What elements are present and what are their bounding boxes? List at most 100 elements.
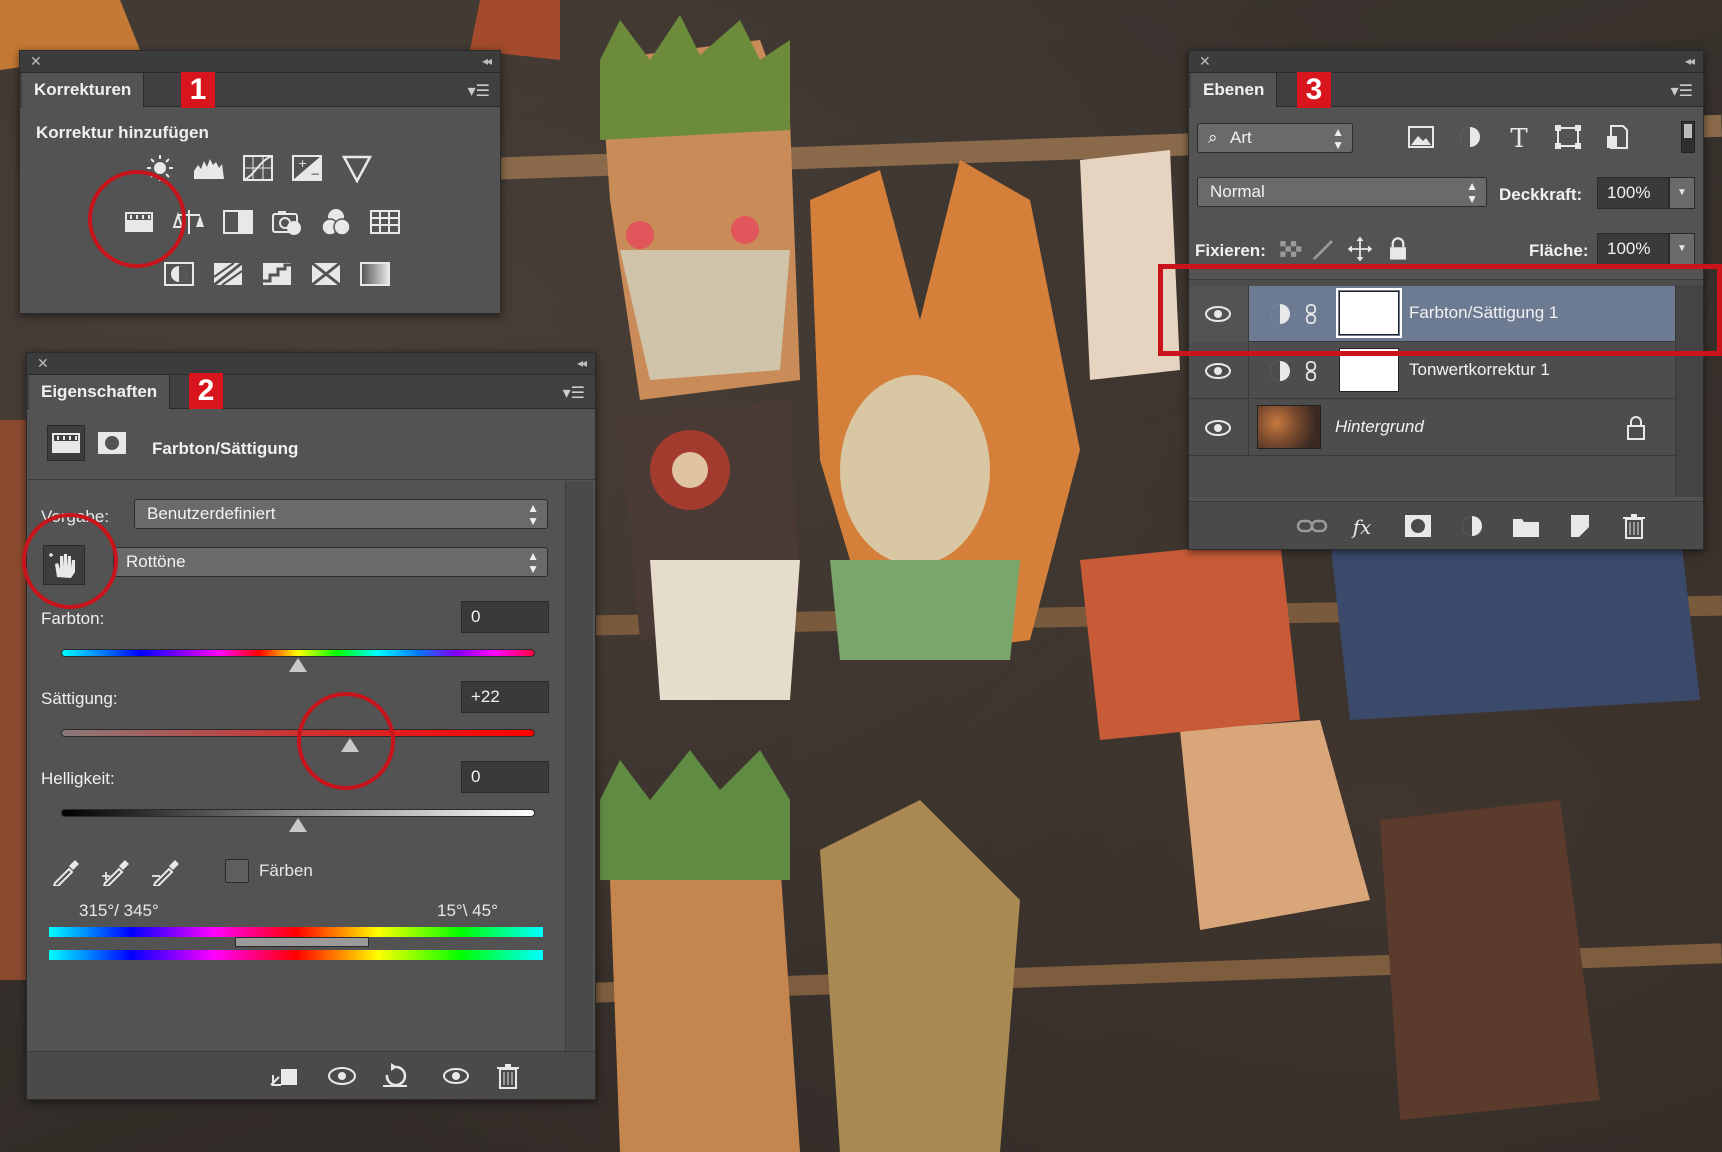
visibility-eye-icon[interactable] [437, 1058, 475, 1094]
lightness-slider-track[interactable] [61, 809, 535, 817]
visibility-eye-icon[interactable] [1199, 353, 1237, 389]
threshold-icon[interactable] [258, 256, 296, 292]
highlight-rect-selected-layer [1158, 264, 1722, 356]
color-range-bar-bottom [49, 950, 543, 960]
collapse-icon[interactable]: ◂◂ [577, 356, 587, 370]
filter-type-layers-icon[interactable]: T [1500, 119, 1538, 155]
close-icon[interactable]: ✕ [1199, 54, 1211, 68]
channel-value: Rottöne [126, 552, 186, 571]
lightness-input[interactable]: 0 [461, 761, 549, 793]
black-white-icon[interactable] [219, 204, 257, 240]
ebenen-tabbar: Ebenen ▾☰ [1189, 73, 1703, 107]
collapse-icon[interactable]: ◂◂ [482, 54, 492, 68]
highlight-circle-hue-saturation [88, 170, 186, 268]
gradient-map-icon[interactable] [356, 256, 394, 292]
eyedropper-icon[interactable] [47, 853, 85, 889]
layer-effects-icon[interactable]: fx [1345, 508, 1383, 544]
search-icon: ⌕ [1208, 128, 1218, 147]
step-badge-3: 3 [1297, 72, 1331, 108]
link-layers-icon[interactable] [1293, 508, 1331, 544]
filter-toggle[interactable] [1681, 121, 1695, 153]
new-group-folder-icon[interactable] [1507, 508, 1545, 544]
panel-menu-icon[interactable]: ▾☰ [468, 81, 490, 101]
clip-to-layer-icon[interactable] [265, 1058, 303, 1094]
filter-shape-layers-icon[interactable] [1549, 119, 1587, 155]
close-icon[interactable]: ✕ [37, 356, 49, 370]
scrollbar[interactable] [565, 481, 593, 1051]
hue-slider-thumb[interactable] [289, 658, 307, 672]
panel-menu-icon[interactable]: ▾☰ [563, 383, 585, 403]
svg-text:+: + [298, 157, 307, 170]
photo-filter-icon[interactable] [268, 204, 306, 240]
preset-select[interactable]: Benutzerdefiniert ▲ ▼ [134, 499, 548, 529]
divider [27, 479, 595, 480]
lock-all-icon[interactable] [1383, 231, 1413, 267]
properties-title: Farbton/Sättigung [152, 439, 299, 458]
saturation-input[interactable]: +22 [461, 681, 549, 713]
link-chain-icon[interactable] [1299, 353, 1323, 389]
new-layer-icon[interactable] [1561, 508, 1599, 544]
close-icon[interactable]: ✕ [30, 54, 42, 68]
channel-mixer-icon[interactable] [317, 204, 355, 240]
fill-dropdown-button[interactable]: ▼ [1669, 233, 1695, 265]
select-arrows-icon: ▲ ▼ [1466, 179, 1478, 206]
tab-ebenen[interactable]: Ebenen [1191, 73, 1278, 107]
trash-icon[interactable] [489, 1058, 527, 1094]
selective-color-icon[interactable] [307, 256, 345, 292]
visibility-eye-icon[interactable] [1199, 410, 1237, 446]
hue-saturation-icon [47, 425, 85, 461]
adjustment-layer-icon [1261, 353, 1299, 389]
layer-filter-value: Art [1230, 128, 1252, 147]
opacity-input[interactable]: 100% [1597, 177, 1669, 209]
collapse-icon[interactable]: ◂◂ [1685, 54, 1695, 68]
channel-select[interactable]: Rottöne ▲ ▼ [113, 547, 548, 577]
filter-adjustment-layers-icon[interactable] [1451, 119, 1489, 155]
eyedropper-add-icon[interactable] [97, 853, 135, 889]
filter-pixel-layers-icon[interactable] [1402, 119, 1440, 155]
tab-eigenschaften[interactable]: Eigenschaften [29, 375, 171, 409]
tab-korrekturen[interactable]: Korrekturen [22, 73, 145, 107]
levels-icon[interactable] [190, 150, 228, 186]
ebenen-titlebar: ✕ ◂◂ [1189, 51, 1703, 73]
lock-image-pixels-icon[interactable] [1309, 231, 1339, 267]
color-range-bar-top [49, 927, 543, 937]
trash-icon[interactable] [1615, 508, 1653, 544]
lock-transparent-pixels-icon[interactable] [1275, 231, 1305, 267]
hue-slider-track[interactable] [61, 649, 535, 657]
view-previous-icon[interactable] [323, 1058, 361, 1094]
invert-icon[interactable] [160, 256, 198, 292]
reset-icon[interactable] [377, 1058, 415, 1094]
step-badge-1: 1 [181, 72, 215, 108]
vibrance-icon[interactable] [338, 150, 376, 186]
layer-row-background[interactable]: Hintergrund [1189, 400, 1675, 456]
color-lookup-icon[interactable] [366, 204, 404, 240]
blend-mode-select[interactable]: Normal ▲ ▼ [1197, 177, 1487, 207]
add-mask-icon[interactable] [1399, 508, 1437, 544]
hue-input[interactable]: 0 [461, 601, 549, 633]
lightness-slider-thumb[interactable] [289, 818, 307, 832]
color-range-selector[interactable] [235, 937, 369, 947]
filter-smart-objects-icon[interactable] [1599, 119, 1637, 155]
posterize-icon[interactable] [209, 256, 247, 292]
opacity-dropdown-button[interactable]: ▼ [1669, 177, 1695, 209]
new-adjustment-layer-icon[interactable] [1453, 508, 1491, 544]
korrekturen-panel: ✕ ◂◂ Korrekturen ▾☰ Korrektur hinzufügen… [19, 50, 501, 314]
layer-name: Tonwertkorrektur 1 [1409, 360, 1550, 379]
layer-filter-select[interactable]: ⌕ Art ▲ ▼ [1197, 123, 1353, 153]
panel-menu-icon[interactable]: ▾☰ [1671, 81, 1693, 101]
range-right-label: 15°\ 45° [437, 901, 498, 920]
layer-image-thumbnail[interactable] [1257, 405, 1321, 449]
range-left-label: 315°/ 345° [79, 901, 159, 920]
eyedropper-subtract-icon[interactable] [147, 853, 185, 889]
hue-label: Farbton: [41, 609, 105, 628]
korrekturen-tabbar: Korrekturen ▾☰ [20, 73, 500, 107]
fill-input[interactable]: 100% [1597, 233, 1669, 265]
curves-icon[interactable] [239, 150, 277, 186]
select-arrows-icon: ▲ ▼ [1332, 125, 1344, 152]
layer-name: Hintergrund [1335, 417, 1424, 436]
colorize-checkbox[interactable] [225, 859, 249, 883]
lock-position-icon[interactable] [1345, 231, 1375, 267]
exposure-icon[interactable]: + − [288, 150, 326, 186]
colorize-label: Färben [259, 861, 313, 880]
mask-icon[interactable] [93, 425, 131, 461]
